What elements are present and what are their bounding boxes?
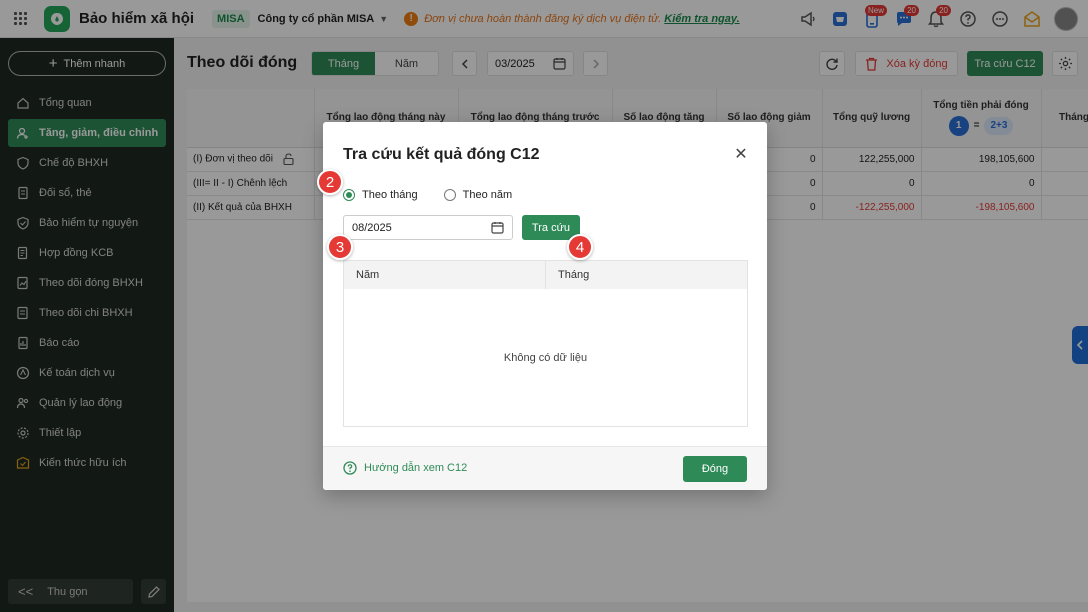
dialog-title: Tra cứu kết quả đóng C12 <box>343 146 540 163</box>
dialog-footer: Hướng dẫn xem C12 Đóng <box>323 446 767 490</box>
lookup-c12-dialog: Tra cứu kết quả đóng C12 ✕ Theo tháng Th… <box>323 122 767 490</box>
empty-state: Không có dữ liệu <box>503 351 588 364</box>
column-header-year: Năm <box>344 261 546 289</box>
help-circle-icon <box>343 461 357 475</box>
calendar-icon <box>491 222 504 234</box>
month-picker-value: 08/2025 <box>352 221 392 234</box>
column-header-month: Tháng <box>558 269 590 281</box>
close-button[interactable]: Đóng <box>683 456 747 482</box>
radio-by-year-label[interactable]: Theo năm <box>463 189 513 201</box>
radio-by-year[interactable] <box>443 189 456 201</box>
radio-by-month-label[interactable]: Theo tháng <box>362 189 418 201</box>
month-picker[interactable]: 08/2025 <box>343 215 513 240</box>
step-marker: 2 <box>317 169 343 195</box>
help-link[interactable]: Hướng dẫn xem C12 <box>343 461 467 475</box>
step-marker: 4 <box>567 234 593 260</box>
lookup-mode-group: Theo tháng Theo năm <box>343 189 512 201</box>
results-table: Năm Tháng Không có dữ liệu <box>343 260 748 427</box>
radio-by-month[interactable] <box>343 189 355 201</box>
step-marker: 3 <box>327 234 353 260</box>
close-icon[interactable]: ✕ <box>733 146 749 163</box>
help-link-label: Hướng dẫn xem C12 <box>364 462 468 474</box>
